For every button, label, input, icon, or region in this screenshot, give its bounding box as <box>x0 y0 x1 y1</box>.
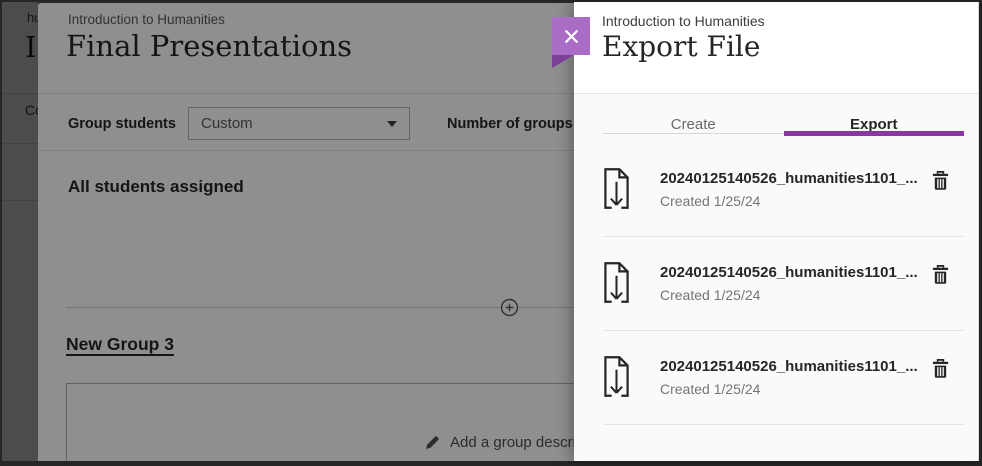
file-download-icon[interactable] <box>603 355 630 398</box>
divider <box>66 307 574 308</box>
file-name-link[interactable]: 20240125140526_humanities1101_... <box>660 358 923 375</box>
export-file-row: 20240125140526_humanities1101_... Create… <box>603 331 964 425</box>
delete-file-button[interactable] <box>931 358 950 382</box>
file-text: 20240125140526_humanities1101_... Create… <box>660 355 923 397</box>
screenshot-frame: hu I Co Introduction to Humanities Final… <box>0 0 982 466</box>
file-created-date: Created 1/25/24 <box>660 287 923 303</box>
file-created-date: Created 1/25/24 <box>660 193 923 209</box>
tab-export-active-underline <box>784 131 965 136</box>
close-icon <box>563 28 580 45</box>
group-students-label: Group students <box>68 116 176 132</box>
trash-icon <box>931 264 950 285</box>
pencil-icon <box>424 434 441 451</box>
app-window: hu I Co Introduction to Humanities Final… <box>2 2 979 461</box>
background-page-strip: hu I Co <box>2 2 38 461</box>
divider <box>2 200 38 201</box>
divider <box>38 150 574 151</box>
group-students-dropdown-value: Custom <box>201 115 387 132</box>
add-group-description-label: Add a group description <box>450 434 574 451</box>
background-breadcrumb-fragment: hu <box>27 10 38 25</box>
delete-file-button[interactable] <box>931 264 950 288</box>
plus-circle-icon <box>500 298 519 317</box>
add-group-description-button[interactable]: Add a group description <box>424 434 574 451</box>
divider <box>2 143 38 144</box>
divider <box>38 93 574 94</box>
number-of-groups-label: Number of groups <box>447 116 573 132</box>
panel-header: Introduction to Humanities Export File <box>574 2 978 94</box>
all-students-assigned-status: All students assigned <box>68 177 244 197</box>
tab-create-underline <box>603 133 784 134</box>
group-title-new-group-3[interactable]: New Group 3 <box>66 334 174 355</box>
export-file-panel: Introduction to Humanities Export File C… <box>574 2 979 461</box>
panel-title: Export File <box>602 30 760 63</box>
export-file-row: 20240125140526_humanities1101_... Create… <box>603 143 964 237</box>
panel-tabs: Create Export <box>603 94 964 141</box>
group-management-page: Introduction to Humanities Final Present… <box>38 3 574 461</box>
delete-file-button[interactable] <box>931 170 950 194</box>
background-nav-fragment: Co <box>25 102 38 118</box>
file-name-link[interactable]: 20240125140526_humanities1101_... <box>660 170 923 187</box>
file-created-date: Created 1/25/24 <box>660 381 923 397</box>
file-download-icon[interactable] <box>603 261 630 304</box>
close-panel-button[interactable] <box>552 17 590 55</box>
export-file-row: 20240125140526_humanities1101_... Create… <box>603 237 964 331</box>
file-name-link[interactable]: 20240125140526_humanities1101_... <box>660 264 923 281</box>
trash-icon <box>931 358 950 379</box>
file-text: 20240125140526_humanities1101_... Create… <box>660 167 923 209</box>
export-file-list: 20240125140526_humanities1101_... Create… <box>603 143 964 425</box>
divider <box>2 93 38 94</box>
page-title: Final Presentations <box>66 29 352 63</box>
panel-breadcrumb: Introduction to Humanities <box>602 13 765 29</box>
file-text: 20240125140526_humanities1101_... Create… <box>660 261 923 303</box>
file-download-icon[interactable] <box>603 167 630 210</box>
trash-icon <box>931 170 950 191</box>
add-group-button[interactable] <box>500 298 519 317</box>
chevron-down-icon <box>387 121 397 127</box>
group-students-dropdown[interactable]: Custom <box>188 107 410 140</box>
background-title-fragment: I <box>25 30 36 64</box>
breadcrumb: Introduction to Humanities <box>68 12 225 27</box>
